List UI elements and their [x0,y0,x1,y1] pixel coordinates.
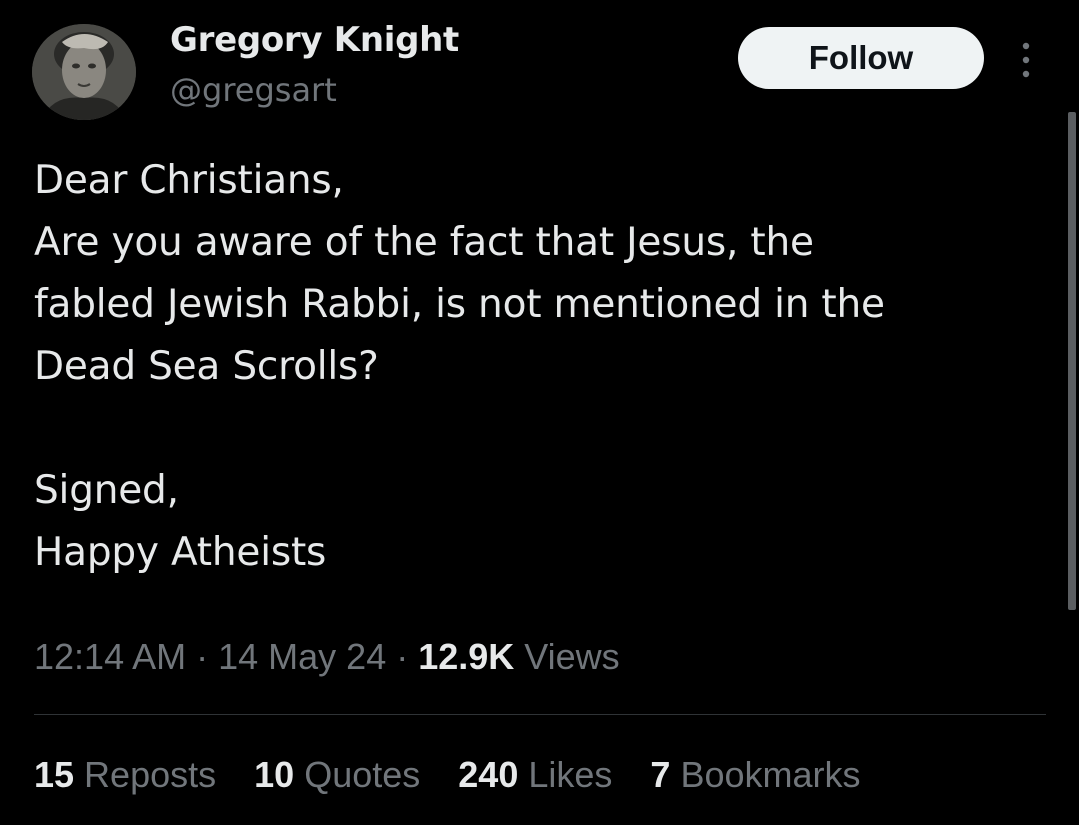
tweet-time[interactable]: 12:14 AM [34,636,186,677]
engagement-stats: 15 Reposts 10 Quotes 240 Likes 7 Bookmar… [34,750,889,800]
tweet-line: Dear Christians, [34,158,344,203]
meta-separator: · [386,636,419,677]
reposts-stat[interactable]: 15 Reposts [34,754,216,795]
quotes-stat[interactable]: 10 Quotes [254,754,420,795]
tweet-line: Signed, [34,468,179,513]
tweet-line: Dead Sea Scrolls? [34,344,379,389]
tweet-meta: 12:14 AM · 14 May 24 · 12.9K Views [34,632,620,682]
quotes-count: 10 [254,754,295,795]
author-display-name[interactable]: Gregory Knight [170,18,459,62]
reposts-label: Reposts [74,754,217,795]
divider [34,714,1046,715]
more-vertical-icon[interactable] [1014,40,1038,80]
likes-stat[interactable]: 240 Likes [458,754,612,795]
views-count: 12.9K [418,636,515,677]
avatar[interactable] [32,24,136,120]
likes-label: Likes [518,754,613,795]
meta-separator: · [186,636,219,677]
bookmarks-count: 7 [650,754,671,795]
scrollbar[interactable] [1068,112,1076,610]
bookmarks-label: Bookmarks [670,754,861,795]
likes-count: 240 [458,754,519,795]
follow-button[interactable]: Follow [738,27,984,89]
tweet-line: Happy Atheists [34,530,327,575]
reposts-count: 15 [34,754,75,795]
tweet-line: fabled Jewish Rabbi, is not mentioned in… [34,282,885,327]
author-handle[interactable]: @gregsart [170,68,337,112]
tweet-text: Dear Christians, Are you aware of the fa… [34,150,1054,584]
bookmarks-stat[interactable]: 7 Bookmarks [650,754,860,795]
quotes-label: Quotes [294,754,421,795]
views-label: Views [514,636,620,677]
profile-photo-icon [32,24,136,120]
tweet-date[interactable]: 14 May 24 [218,636,386,677]
tweet-line: Are you aware of the fact that Jesus, th… [34,220,814,265]
